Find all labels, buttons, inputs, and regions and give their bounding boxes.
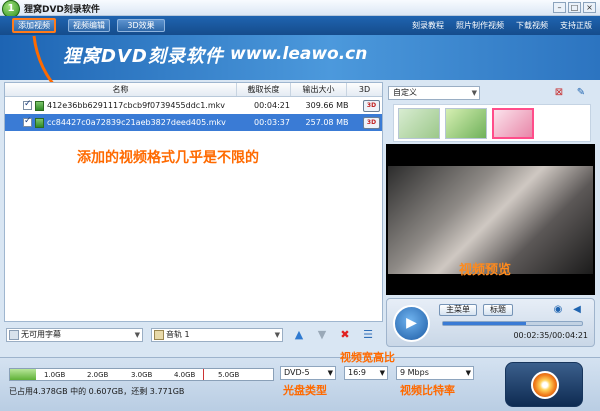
bitrate-annotation: 视频比特率 — [400, 384, 455, 397]
row-checkbox[interactable] — [23, 116, 32, 127]
capacity-tick: 4.0GB — [174, 371, 196, 379]
subtitle-icon — [9, 330, 19, 340]
file-length: 00:03:37 — [254, 118, 290, 127]
file-name: cc84427c0a72839c21aeb3827deed405.mkv — [47, 118, 226, 127]
video-file-icon — [35, 100, 44, 111]
window-title: 狸窝DVD刻录软件 — [24, 5, 100, 15]
menu-template-thumbnails — [393, 104, 591, 142]
file-list-header: 名称 截取长度 输出大小 3D — [5, 83, 382, 97]
aspect-ratio-select[interactable]: 16:9 ▼ — [344, 366, 388, 380]
bottom-bar: 1.0GB 2.0GB 3.0GB 4.0GB 5.0GB 已占用4.378GB… — [0, 351, 600, 411]
move-down-icon[interactable]: ▼ — [315, 328, 329, 342]
disc-type-select[interactable]: DVD-5 ▼ — [280, 366, 336, 380]
file-row[interactable]: 412e36bb6291117cbcb9f0739455ddc1.mkv 00:… — [5, 97, 382, 114]
capacity-used-fill — [10, 369, 37, 380]
3d-button[interactable]: 3D — [363, 116, 380, 129]
chevron-down-icon: ▼ — [379, 369, 385, 377]
bitrate-select[interactable]: 9 Mbps ▼ — [396, 366, 474, 380]
maximize-button[interactable]: □ — [568, 2, 581, 13]
col-3d[interactable]: 3D — [347, 83, 382, 96]
capacity-tick: 5.0GB — [218, 371, 240, 379]
col-length[interactable]: 截取长度 — [237, 83, 291, 96]
banner: 狸窝DVD刻录软件 www.leawo.cn — [0, 35, 600, 80]
banner-title: 狸窝DVD刻录软件 — [63, 46, 224, 67]
link-photo-video[interactable]: 照片制作视频 — [456, 20, 504, 31]
chevron-down-icon: ▼ — [465, 369, 471, 377]
tab-video-edit[interactable]: 视频编辑 — [68, 19, 110, 32]
template-thumbnail[interactable] — [398, 108, 440, 139]
link-support[interactable]: 支持正版 — [560, 20, 592, 31]
capacity-limit-marker — [203, 369, 204, 380]
file-list: 名称 截取长度 输出大小 3D 412e36bb6291117cbcb9f073… — [4, 82, 383, 322]
player-controls: ▶ 主菜单 标题 ◉ ◀ 00:02:35/00:04:21 — [386, 298, 595, 347]
chevron-down-icon: ▼ — [274, 331, 280, 339]
window-controls: – □ × — [553, 2, 596, 13]
playback-time: 00:02:35/00:04:21 — [513, 331, 588, 340]
disc-type-annotation: 光盘类型 — [283, 384, 327, 397]
list-view-icon[interactable]: ☰ — [361, 328, 375, 342]
capacity-tick: 3.0GB — [131, 371, 153, 379]
clear-preset-icon[interactable]: ⊠ — [552, 86, 566, 100]
capacity-tick: 2.0GB — [87, 371, 109, 379]
disc-capacity-bar: 1.0GB 2.0GB 3.0GB 4.0GB 5.0GB — [9, 368, 274, 381]
audio-select[interactable]: 音轨 1 ▼ — [151, 328, 283, 342]
subtitle-select[interactable]: 无可用字幕 ▼ — [6, 328, 143, 342]
banner-url: www.leawo.cn — [230, 44, 368, 64]
tab-3d-effect[interactable]: 3D效果 — [117, 19, 165, 32]
list-controls: 无可用字幕 ▼ 音轨 1 ▼ ▲ ▼ ✖ ☰ — [4, 326, 383, 343]
title-button[interactable]: 标题 — [483, 304, 513, 316]
video-file-icon — [35, 117, 44, 128]
disc-type-value: DVD-5 — [284, 368, 310, 377]
volume-icon[interactable]: ◀ — [570, 303, 584, 317]
capacity-tick: 1.0GB — [44, 371, 66, 379]
chevron-down-icon: ▼ — [327, 369, 333, 377]
aspect-annotation: 视频宽高比 — [340, 351, 395, 364]
delete-icon[interactable]: ✖ — [338, 328, 352, 342]
top-links: 刻录教程 照片制作视频 下载视频 支持正版 — [412, 20, 592, 31]
col-size[interactable]: 输出大小 — [291, 83, 347, 96]
burn-button[interactable] — [505, 362, 583, 407]
preset-select-value: 自定义 — [393, 88, 417, 97]
seek-bar[interactable] — [442, 321, 583, 326]
nav-bar: 添加视频 视频编辑 3D效果 刻录教程 照片制作视频 下载视频 支持正版 — [0, 16, 600, 35]
main-menu-button[interactable]: 主菜单 — [439, 304, 477, 316]
file-size: 257.08 MB — [305, 118, 349, 127]
play-icon[interactable]: ▶ — [393, 305, 430, 342]
file-name: 412e36bb6291117cbcb9f0739455ddc1.mkv — [47, 101, 225, 110]
aspect-ratio-value: 16:9 — [348, 368, 366, 377]
snapshot-icon[interactable]: ◉ — [551, 303, 565, 317]
audio-track-icon — [154, 330, 164, 340]
subtitle-select-value: 无可用字幕 — [21, 330, 61, 339]
template-thumbnail[interactable] — [445, 108, 487, 139]
file-length: 00:04:21 — [254, 101, 290, 110]
edit-preset-icon[interactable]: ✎ — [574, 86, 588, 100]
chevron-down-icon: ▼ — [134, 331, 140, 339]
link-download-video[interactable]: 下载视频 — [516, 20, 548, 31]
link-tutorial[interactable]: 刻录教程 — [412, 20, 444, 31]
seek-progress — [443, 322, 526, 325]
row-checkbox[interactable] — [23, 99, 32, 110]
file-row[interactable]: cc84427c0a72839c21aeb3827deed405.mkv 00:… — [5, 114, 382, 131]
preview-annotation: 视频预览 — [459, 263, 512, 278]
minimize-button[interactable]: – — [553, 2, 566, 13]
capacity-info: 已占用4.378GB 中的 0.607GB，还剩 3.771GB — [9, 387, 185, 396]
tab-add-video[interactable]: 添加视频 — [12, 18, 56, 33]
3d-button[interactable]: 3D — [363, 99, 380, 112]
template-thumbnail[interactable] — [492, 108, 534, 139]
file-size: 309.66 MB — [305, 101, 349, 110]
close-button[interactable]: × — [583, 2, 596, 13]
preview-frame — [388, 166, 593, 274]
preset-select[interactable]: 自定义 ▼ — [388, 86, 480, 100]
audio-select-value: 音轨 1 — [166, 330, 190, 339]
chevron-down-icon: ▼ — [471, 89, 477, 97]
move-up-icon[interactable]: ▲ — [292, 328, 306, 342]
title-bar: 1 狸窝DVD刻录软件 – □ × — [0, 0, 600, 18]
video-preview: 视频预览 — [386, 144, 595, 295]
bitrate-value: 9 Mbps — [400, 368, 429, 377]
col-name[interactable]: 名称 — [5, 83, 237, 96]
list-annotation: 添加的视频格式几乎是不限的 — [77, 150, 259, 166]
burn-disc-icon — [531, 371, 559, 399]
